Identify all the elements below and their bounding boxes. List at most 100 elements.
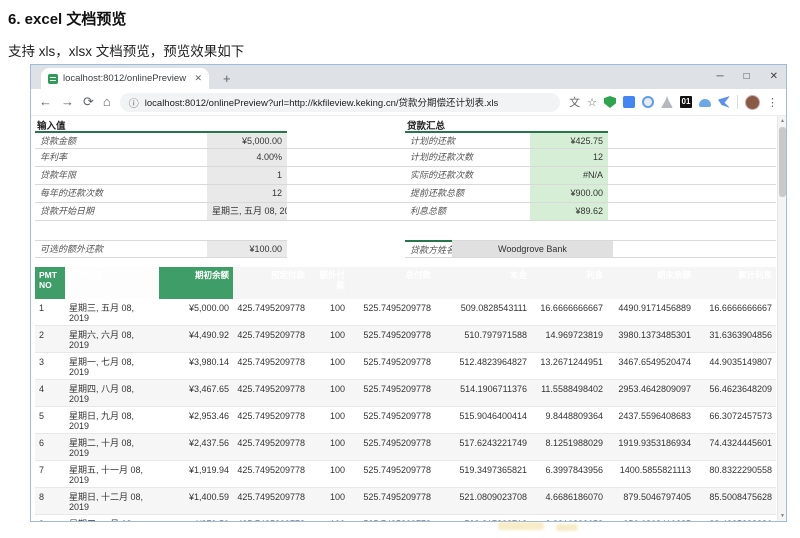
window-controls: ─ □ ✕ — [716, 65, 778, 89]
scrollbar-thumb[interactable] — [779, 127, 786, 197]
summary-label: 计划的还款次数 — [405, 149, 530, 167]
table-cell: 1919.9353186934 — [607, 434, 695, 461]
table-cell: 425.7495209778 — [233, 488, 309, 515]
table-cell: 525.7495209778 — [349, 515, 435, 521]
minimize-button[interactable]: ─ — [716, 72, 723, 82]
shield-extension-icon[interactable] — [604, 96, 616, 108]
toolbar-right-icons: 文 ☆ 01 ⋮ — [569, 94, 778, 110]
table-cell: 425.7495209778 — [233, 380, 309, 407]
browser-titlebar: localhost:8012/onlinePreview ✕ + ─ □ ✕ — [31, 65, 786, 89]
table-row: 6 星期二, 十月 08, 2019 ¥2,437.56 425.7495209778… — [35, 434, 776, 461]
maximize-button[interactable]: □ — [744, 72, 750, 82]
gray-extension-icon[interactable] — [661, 96, 673, 108]
tab-close-icon[interactable]: ✕ — [194, 73, 202, 84]
browser-toolbar: ← → ⟳ ⌂ ⓘ localhost:8012/onlinePreview?u… — [31, 89, 786, 116]
table-cell: 525.7495209778 — [349, 488, 435, 515]
home-icon[interactable]: ⌂ — [103, 95, 111, 109]
table-cell: 356.6868410285 — [607, 515, 695, 521]
table-cell: ¥3,467.65 — [159, 380, 233, 407]
table-cell: 100 — [309, 407, 349, 434]
column-header: 总付款 — [349, 267, 435, 299]
table-cell: 80.8322290558 — [695, 461, 776, 488]
translate-extension-icon[interactable] — [623, 96, 635, 108]
scroll-down-icon[interactable]: ▼ — [778, 511, 786, 521]
table-cell: 56.4623648209 — [695, 380, 776, 407]
column-header: 期初余额 — [159, 267, 233, 299]
spreadsheet: 输入值 贷款汇总 贷款金额 ¥5,000.00 计划的还款 ¥425.75 年利… — [35, 118, 776, 521]
table-cell: 3980.1373485301 — [607, 326, 695, 353]
input-label: 贷款金额 — [35, 131, 207, 149]
amortization-header-row: PMT NO 支付日期 期初余额 预定付款 额外付款 总付款 本金 利息 期末余额 累计利息 — [35, 267, 776, 299]
table-cell: 100 — [309, 353, 349, 380]
table-cell: 11.5588498402 — [531, 380, 607, 407]
bird-extension-icon[interactable] — [718, 96, 730, 108]
table-cell: 74.4324445601 — [695, 434, 776, 461]
table-cell: 星期日, 十二月 08, 2019 — [65, 488, 159, 515]
close-button[interactable]: ✕ — [770, 72, 778, 82]
table-cell: 8 — [35, 488, 65, 515]
translate-icon[interactable]: 文 — [569, 94, 580, 110]
table-cell: 509.0828543111 — [435, 299, 531, 326]
back-icon[interactable]: ← — [39, 95, 52, 109]
column-header: 本金 — [435, 267, 531, 299]
table-cell: 525.7495209778 — [349, 299, 435, 326]
input-label: 贷款开始日期 — [35, 203, 207, 221]
swirl-extension-icon[interactable] — [642, 96, 654, 108]
table-cell: 9 — [35, 515, 65, 521]
input-value: 1 — [207, 167, 287, 185]
extra-payment-value: ¥100.00 — [207, 240, 287, 258]
table-cell: 517.6243221749 — [435, 434, 531, 461]
summary-section-title: 贷款汇总 — [407, 121, 446, 132]
column-header: 期末余额 — [607, 267, 695, 299]
input-value: ¥5,000.00 — [207, 131, 287, 149]
summary-value: #N/A — [530, 167, 608, 185]
badge-extension-icon[interactable]: 01 — [680, 96, 692, 108]
table-cell: 7 — [35, 461, 65, 488]
column-header: 累计利息 — [695, 267, 776, 299]
table-cell: 6.3997843956 — [531, 461, 607, 488]
cloud-extension-icon[interactable] — [699, 99, 711, 107]
table-cell: 519.3497365821 — [435, 461, 531, 488]
table-cell: 85.5008475628 — [695, 488, 776, 515]
address-bar[interactable]: ⓘ localhost:8012/onlinePreview?url=http:… — [119, 92, 561, 112]
summary-value: 12 — [530, 149, 608, 167]
upper-grid: 贷款金额 ¥5,000.00 计划的还款 ¥425.75 年利率 4.00% 计… — [35, 131, 776, 221]
lender-label: 贷款方姓名 — [405, 240, 452, 258]
summary-label: 提前还款总额 — [405, 185, 530, 203]
input-value: 4.00% — [207, 149, 287, 167]
table-cell: 100 — [309, 380, 349, 407]
table-row: 8 星期日, 十二月 08, 2019 ¥1,400.59 425.749520977… — [35, 488, 776, 515]
table-cell: 525.7495209778 — [349, 407, 435, 434]
table-cell: ¥3,980.14 — [159, 353, 233, 380]
reload-icon[interactable]: ⟳ — [83, 95, 94, 109]
table-cell: 525.7495209778 — [349, 380, 435, 407]
table-cell: 星期六, 六月 08, 2019 — [65, 326, 159, 353]
column-header: 支付日期 — [65, 267, 159, 299]
table-cell: 星期三, 五月 08, 2019 — [65, 299, 159, 326]
scroll-up-icon[interactable]: ▲ — [778, 116, 786, 126]
table-cell: 512.4823964827 — [435, 353, 531, 380]
site-info-icon[interactable]: ⓘ — [129, 95, 139, 110]
table-row: 5 星期日, 九月 08, 2019 ¥2,953.46 425.7495209778… — [35, 407, 776, 434]
forward-icon[interactable]: → — [61, 95, 74, 109]
profile-avatar[interactable] — [745, 94, 760, 110]
column-header: PMT NO — [35, 267, 65, 299]
table-cell: 521.0809023708 — [435, 488, 531, 515]
input-value: 12 — [207, 185, 287, 203]
bookmark-star-icon[interactable]: ☆ — [587, 96, 597, 109]
table-cell: 2 — [35, 326, 65, 353]
table-cell: 88.4325298286 — [695, 515, 776, 521]
kebab-menu-icon[interactable]: ⋮ — [767, 96, 778, 109]
browser-tab[interactable]: localhost:8012/onlinePreview ✕ — [41, 68, 209, 89]
table-cell: 4490.9171456889 — [607, 299, 695, 326]
table-cell: 525.7495209778 — [349, 434, 435, 461]
vertical-scrollbar[interactable]: ▲ ▼ — [777, 116, 786, 521]
table-cell: 16.6666666667 — [531, 299, 607, 326]
amortization-table-body: 1 星期三, 五月 08, 2019 ¥5,000.00 425.7495209778… — [35, 299, 776, 521]
new-tab-button[interactable]: + — [223, 72, 231, 86]
table-cell: 425.7495209778 — [233, 515, 309, 521]
excel-preview-area: 输入值 贷款汇总 贷款金额 ¥5,000.00 计划的还款 ¥425.75 年利… — [31, 116, 786, 521]
column-header: 额外付款 — [309, 267, 349, 299]
table-cell: 525.7495209778 — [349, 353, 435, 380]
table-cell: ¥4,490.92 — [159, 326, 233, 353]
